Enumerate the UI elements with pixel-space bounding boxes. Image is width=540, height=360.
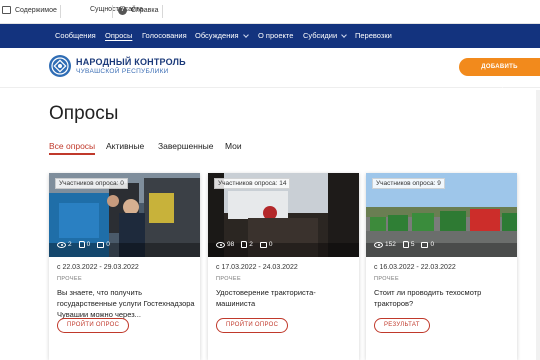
nav-item-polls[interactable]: Опросы	[105, 31, 132, 40]
comment-icon	[97, 241, 105, 248]
views-count: 2	[68, 241, 72, 248]
site-logo-icon[interactable]	[48, 54, 72, 78]
main-nav: Сообщения Опросы Голосования Обсуждения …	[0, 24, 540, 48]
views-count: 98	[227, 241, 235, 248]
eye-icon	[57, 241, 66, 248]
divider	[60, 5, 61, 18]
nav-item-about[interactable]: О проекте	[258, 31, 293, 40]
tab-all-polls[interactable]: Все опросы	[49, 141, 95, 151]
participants-badge: Участников опроса: 0	[55, 178, 128, 189]
comment-icon	[421, 241, 429, 248]
like-icon	[241, 241, 248, 248]
views-stat: 98	[216, 241, 234, 248]
nav-item-messages[interactable]: Сообщения	[55, 31, 96, 40]
comments-stat: 0	[421, 241, 434, 248]
nav-item-votes[interactable]: Голосования	[142, 31, 187, 40]
likes-count: 5	[410, 241, 415, 248]
poll-category: ПРОЧЕЕ	[57, 276, 83, 282]
views-count: 152	[385, 241, 396, 248]
poll-stats: 98 2 0	[216, 241, 272, 248]
utility-item-help-label: Справка	[131, 7, 159, 14]
views-stat: 152	[374, 241, 396, 248]
divider	[162, 5, 163, 18]
poll-stats: 152 5 0	[374, 241, 434, 248]
help-icon: ?	[118, 6, 127, 15]
participants-badge: Участников опроса: 14	[214, 178, 291, 189]
likes-count: 2	[249, 241, 253, 248]
poll-date: с 16.03.2022 - 22.03.2022	[374, 264, 456, 271]
poll-card-image[interactable]: Участников опроса: 9 152 5 0	[366, 173, 517, 257]
poll-card[interactable]: Участников опроса: 9 152 5 0 с 16.03.202…	[366, 173, 517, 360]
comments-stat: 0	[97, 241, 110, 248]
nav-item-label: Опросы	[105, 31, 133, 40]
tab-completed[interactable]: Завершенные	[158, 141, 214, 151]
likes-count: 0	[86, 241, 91, 248]
utility-item-content[interactable]: Содержимое	[2, 6, 57, 14]
next-card-edge	[536, 90, 540, 360]
chevron-down-icon	[242, 31, 249, 38]
poll-date: с 22.03.2022 - 29.03.2022	[57, 264, 139, 271]
utility-item-content-label: Содержимое	[15, 6, 57, 14]
likes-stat: 5	[402, 241, 415, 248]
tab-mine[interactable]: Мои	[225, 141, 242, 151]
poll-card-image[interactable]: Участников опроса: 0 2 0 0	[49, 173, 200, 257]
grid-icon	[2, 6, 11, 14]
chevron-down-icon	[341, 31, 348, 38]
poll-card[interactable]: Участников опроса: 0 2 0 0 с 22.03.2022 …	[49, 173, 200, 360]
poll-date: с 17.03.2022 - 24.03.2022	[216, 264, 298, 271]
utility-bar: Содержимое Сущности сайта ? Справка	[0, 0, 540, 24]
comment-icon	[259, 241, 267, 248]
brand-title[interactable]: НАРОДНЫЙ КОНТРОЛЬ	[76, 57, 186, 67]
poll-title[interactable]: Вы знаете, что получить государственные …	[57, 287, 195, 320]
nav-item-label: Голосования	[142, 31, 187, 40]
take-poll-button[interactable]: ПРОЙТИ ОПРОС	[216, 318, 289, 333]
nav-item-transport[interactable]: Перевозки	[355, 31, 392, 40]
views-stat: 2	[57, 241, 72, 248]
poll-stats: 2 0 0	[57, 241, 110, 248]
comments-count: 0	[268, 241, 273, 248]
page-title: Опросы	[49, 103, 119, 124]
comments-stat: 0	[259, 241, 273, 248]
active-tab-indicator	[49, 153, 95, 155]
nav-item-label: О проекте	[258, 31, 294, 40]
take-poll-button[interactable]: ПРОЙТИ ОПРОС	[57, 318, 130, 333]
eye-icon	[374, 241, 383, 248]
add-message-button[interactable]: ДОБАВИТЬ СООБЩЕНИЕ	[459, 58, 540, 88]
eye-icon	[216, 241, 225, 248]
poll-category: ПРОЧЕЕ	[216, 276, 242, 282]
comments-count: 0	[430, 241, 435, 248]
tab-active[interactable]: Активные	[106, 141, 144, 151]
nav-item-label: Перевозки	[355, 31, 392, 40]
divider	[112, 5, 113, 18]
likes-stat: 0	[78, 241, 91, 248]
results-button[interactable]: РЕЗУЛЬТАТ	[374, 318, 430, 333]
poll-title[interactable]: Удостоверение тракториста-машиниста	[216, 287, 354, 309]
participants-badge: Участников опроса: 9	[372, 178, 445, 189]
utility-item-help[interactable]: ? Справка	[118, 6, 158, 15]
brand-subtitle: ЧУВАШСКОЙ РЕСПУБЛИКИ	[76, 68, 169, 75]
poll-title[interactable]: Стоит ли проводить техосмотр тракторов?	[374, 287, 512, 309]
like-icon	[78, 241, 85, 248]
like-icon	[402, 241, 409, 248]
poll-card-image[interactable]: Участников опроса: 14 98 2 0	[208, 173, 359, 257]
comments-count: 0	[106, 241, 110, 248]
nav-item-subsidies[interactable]: Субсидии	[303, 31, 348, 40]
nav-item-label: Обсуждения	[195, 31, 239, 40]
nav-item-label: Субсидии	[303, 31, 338, 40]
nav-item-label: Сообщения	[55, 31, 96, 40]
poll-category: ПРОЧЕЕ	[374, 276, 400, 282]
nav-item-discussions[interactable]: Обсуждения	[195, 31, 249, 40]
likes-stat: 2	[241, 241, 253, 248]
poll-card[interactable]: Участников опроса: 14 98 2 0 с 17.03.202…	[208, 173, 359, 360]
